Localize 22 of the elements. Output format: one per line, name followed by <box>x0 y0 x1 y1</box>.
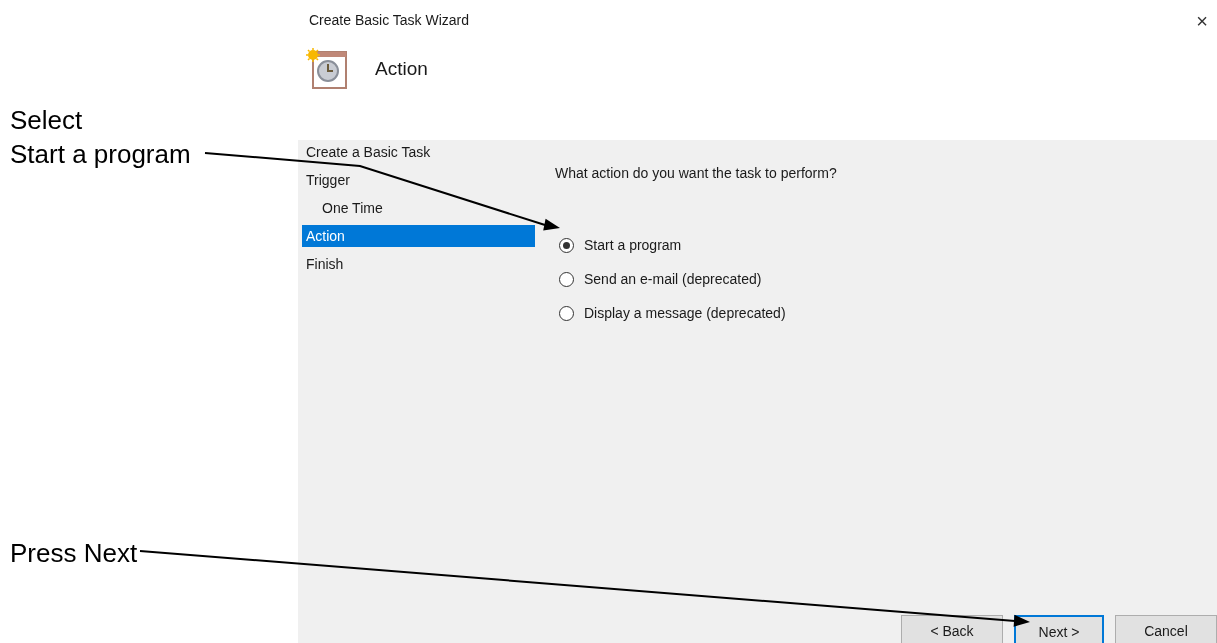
option-label[interactable]: Start a program <box>584 234 682 256</box>
radio-button[interactable] <box>559 271 574 287</box>
close-button[interactable]: × <box>1196 10 1208 31</box>
calendar-clock-icon <box>306 48 348 90</box>
window-title: Create Basic Task Wizard <box>309 11 469 30</box>
page-heading: Action <box>375 56 428 81</box>
option-label[interactable]: Send an e-mail (deprecated) <box>584 268 762 290</box>
step-item[interactable]: Finish <box>302 253 535 275</box>
annotation-text: Press Next <box>10 537 138 570</box>
step-item[interactable]: Trigger <box>302 169 535 191</box>
wizard-button[interactable]: Cancel <box>1115 615 1217 643</box>
wizard-button[interactable]: Next > <box>1014 615 1104 643</box>
annotation-text: Start a program <box>10 138 191 171</box>
annotation-text: Select <box>10 104 84 137</box>
step-item[interactable]: One Time <box>302 197 535 219</box>
radio-button[interactable] <box>559 237 574 253</box>
option-label[interactable]: Display a message (deprecated) <box>584 302 786 324</box>
step-item[interactable]: Action <box>302 225 535 247</box>
radio-button[interactable] <box>559 305 574 321</box>
question-text: What action do you want the task to perform? <box>555 164 837 183</box>
step-item[interactable]: Create a Basic Task <box>302 141 535 163</box>
wizard-button[interactable]: < Back <box>901 615 1003 643</box>
